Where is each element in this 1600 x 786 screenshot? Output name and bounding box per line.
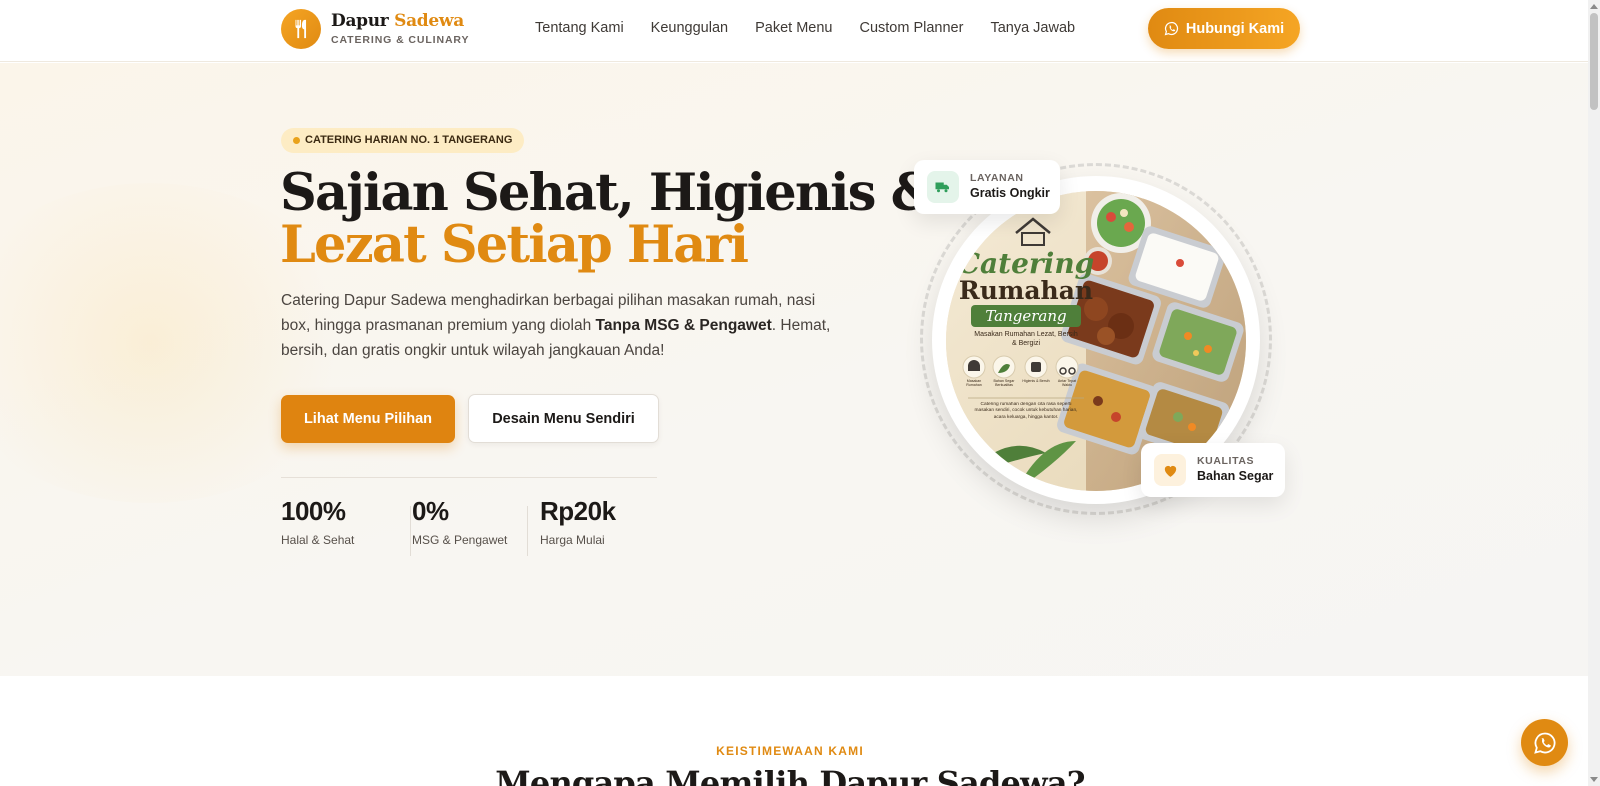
nav-item-keunggulan[interactable]: Keunggulan — [651, 20, 728, 36]
contact-button-label: Hubungi Kami — [1185, 20, 1285, 37]
hero-description-bold: Tanpa MSG & Pengawet — [595, 317, 772, 334]
stat-value: 0% — [412, 496, 449, 526]
scrollbar-thumb[interactable] — [1590, 13, 1598, 110]
illustration-title-word2: Rumahan — [959, 276, 1093, 305]
design-menu-button[interactable]: Desain Menu Sendiri — [468, 394, 659, 443]
hero-title-line1: Sajian Sehat, Higienis & — [280, 163, 937, 223]
main-menu: Tentang Kami Keunggulan Paket Menu Custo… — [535, 20, 1102, 36]
stat-label: MSG & Pengawet — [412, 533, 508, 547]
top-navbar: Dapur Sadewa CATERING & CULINARY Tentang… — [0, 0, 1588, 62]
scroll-down-arrow[interactable] — [1590, 777, 1598, 782]
whatsapp-icon — [1533, 732, 1555, 754]
stat-separator — [410, 506, 411, 556]
stat-value: Rp20k — [540, 496, 616, 526]
hero-title: Sajian Sehat, Higienis & Lezat Setiap Ha… — [280, 167, 937, 275]
illustration-feature-label: Masakan Rumahan — [966, 379, 982, 388]
nav-item-tanya-jawab[interactable]: Tanya Jawab — [990, 20, 1075, 36]
stat-price: Rp20k Harga Mulai — [540, 496, 616, 547]
illustration-title-word3: Tangerang — [985, 307, 1066, 325]
stat-label: Harga Mulai — [540, 533, 605, 547]
whatsapp-icon — [1164, 21, 1178, 36]
free-shipping-label: LAYANAN — [970, 172, 1024, 184]
nav-item-custom-planner[interactable]: Custom Planner — [859, 20, 963, 36]
illustration-feature-label: Higienis & Bersih — [1022, 379, 1050, 383]
hero-description: Catering Dapur Sadewa menghadirkan berba… — [281, 288, 846, 363]
section-kicker: KEISTIMEWAAN KAMI — [716, 744, 864, 758]
truck-icon — [927, 171, 959, 203]
stat-halal: 100% Halal & Sehat — [281, 496, 354, 547]
hero-title-line2: Lezat Setiap Hari — [280, 215, 749, 275]
nav-item-paket-menu[interactable]: Paket Menu — [755, 20, 832, 36]
hero-section: CATERING HARIAN NO. 1 TANGERANG Sajian S… — [0, 63, 1588, 676]
brand-name-part1: Dapur — [331, 11, 389, 31]
brand-name[interactable]: Dapur Sadewa — [331, 11, 464, 31]
logo-icon[interactable] — [281, 9, 321, 49]
quality-value: Bahan Segar — [1197, 469, 1274, 483]
quality-label: KUALITAS — [1197, 455, 1255, 467]
brand-name-part2: Sadewa — [394, 11, 464, 31]
stats-divider — [281, 477, 657, 478]
illustration-subtitle: Masakan Rumahan Lezat, Bersih & Bergizi — [974, 331, 1078, 347]
brand-tagline: CATERING & CULINARY — [331, 34, 470, 46]
fork-knife-icon — [295, 19, 307, 39]
view-menu-button[interactable]: Lihat Menu Pilihan — [281, 395, 455, 443]
badge-dot — [293, 137, 300, 144]
free-shipping-card: LAYANAN Gratis Ongkir — [914, 160, 1060, 214]
illustration-description: Catering rumahan dengan cita rasa sepert… — [974, 402, 1078, 420]
stat-label: Halal & Sehat — [281, 533, 355, 547]
whatsapp-float-button[interactable] — [1521, 719, 1568, 766]
hero-badge: CATERING HARIAN NO. 1 TANGERANG — [281, 128, 525, 153]
stat-msg: 0% MSG & Pengawet — [412, 496, 507, 547]
scroll-up-arrow[interactable] — [1590, 4, 1598, 9]
contact-button[interactable]: Hubungi Kami — [1148, 8, 1300, 49]
free-shipping-value: Gratis Ongkir — [970, 186, 1050, 200]
fresh-ingredients-card: KUALITAS Bahan Segar — [1141, 443, 1285, 497]
section-title: Mengapa Memilih Dapur Sadewa? — [495, 764, 1085, 786]
stat-separator — [527, 506, 528, 556]
illustration-feature-label: Antar Tepat Waktu — [1057, 379, 1077, 388]
illustration-feature-label: Bahan Segar Berkualitas — [993, 379, 1015, 388]
heart-icon — [1154, 454, 1186, 486]
hero-badge-label: CATERING HARIAN NO. 1 TANGERANG — [305, 134, 513, 146]
truck-icon-glyph — [935, 182, 949, 193]
heart-icon-glyph — [1164, 465, 1176, 477]
page-scrollbar[interactable] — [1588, 0, 1600, 786]
stat-value: 100% — [281, 496, 346, 526]
nav-item-tentang-kami[interactable]: Tentang Kami — [535, 20, 624, 36]
